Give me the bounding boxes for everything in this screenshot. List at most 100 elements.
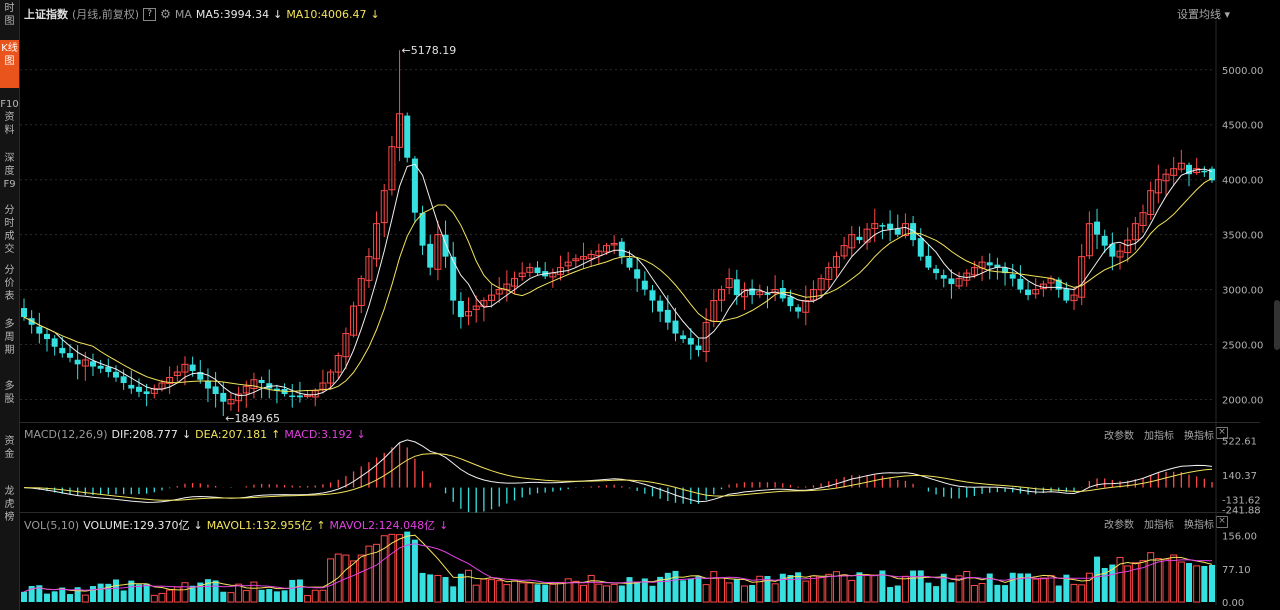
volume-bar <box>511 580 519 603</box>
macd-y-tick: 522.61 <box>1222 437 1257 448</box>
tab-depth[interactable]: 深度F9 <box>0 152 19 198</box>
candle-body <box>59 347 66 354</box>
tab-multi-period[interactable]: 多周期 <box>0 318 19 364</box>
volume-bar <box>227 592 235 603</box>
candle-body <box>1201 170 1208 173</box>
tab-multi-stock[interactable]: 多股 <box>0 380 19 414</box>
candle-body <box>143 391 150 395</box>
price-y-tick: 4500.00 <box>1222 121 1263 132</box>
candle-body <box>933 268 940 274</box>
candle-body <box>910 223 917 241</box>
volume-bar <box>664 572 671 602</box>
volume-bar <box>380 535 388 603</box>
volume-bar <box>634 581 641 602</box>
vol-y-tick: 77.10 <box>1222 565 1251 576</box>
volume-bar <box>1162 558 1170 603</box>
volume-bar <box>963 571 971 603</box>
candle-body <box>787 296 794 307</box>
tab-funds[interactable]: 资金 <box>0 435 19 469</box>
volume-bar <box>1170 554 1178 603</box>
candle-body <box>641 280 648 290</box>
volume-bar <box>802 580 810 603</box>
volume-bar <box>725 582 733 603</box>
volume-bar <box>549 583 557 603</box>
volume-bar <box>220 591 227 602</box>
candle-body <box>404 115 411 158</box>
chart-area: 上证指数 (月线,前复权) ? ⚙ MA MA5:3994.34 ↓ MA10:… <box>20 0 1280 610</box>
volume-bar <box>1009 572 1016 602</box>
volume-bar <box>1055 585 1062 602</box>
tab-timeshare[interactable]: 时图 <box>0 2 19 32</box>
candle-body <box>687 338 694 345</box>
tab-trades-label: 分时成交 <box>4 205 15 255</box>
candle-body <box>887 223 894 230</box>
volume-bar <box>419 572 426 602</box>
candle-body <box>97 365 104 369</box>
high-label: ←5178.19 <box>402 44 457 57</box>
tab-dragon-tiger[interactable]: 龙虎榜 <box>0 485 19 531</box>
candle-body <box>258 379 265 384</box>
volume-bar <box>81 594 89 603</box>
candle-body <box>1063 288 1070 301</box>
volume-bar <box>450 586 457 602</box>
volume-bar <box>434 574 442 603</box>
sidebar: 时图 K线图 F10资料 深度F9 分时成交 分价表 多周期 多股 资金 龙虎榜 <box>0 0 20 610</box>
volume-bar <box>442 577 449 602</box>
volume-bar <box>495 580 503 603</box>
volume-bar <box>557 581 565 603</box>
volume-bar <box>404 531 411 602</box>
tab-price-table[interactable]: 分价表 <box>0 264 19 310</box>
volume-bar <box>618 585 625 602</box>
candle-body <box>733 279 740 296</box>
price-y-tick: 2500.00 <box>1222 341 1263 352</box>
volume-bar <box>534 584 541 602</box>
candle-body <box>36 326 43 334</box>
volume-bar <box>166 589 174 603</box>
volume-bar <box>1078 584 1086 603</box>
volume-bar <box>488 579 496 603</box>
tab-f10-label: F10资料 <box>0 99 19 136</box>
volume-bar <box>1177 561 1185 603</box>
volume-bar <box>212 580 219 602</box>
volume-bar <box>710 571 718 603</box>
candle-body <box>21 308 27 318</box>
candle-body <box>89 361 96 367</box>
volume-bar <box>887 587 894 602</box>
tab-kline-label: K线图 <box>1 43 18 67</box>
volume-bar <box>702 584 710 603</box>
tab-f10[interactable]: F10资料 <box>0 98 19 144</box>
tab-trades[interactable]: 分时成交 <box>0 204 19 260</box>
volume-bar <box>1047 575 1055 603</box>
candle-body <box>695 345 702 351</box>
candle-body <box>296 395 303 398</box>
volume-bar <box>242 590 250 603</box>
vol-y-tick: 0.00 <box>1222 598 1244 609</box>
volume-bar <box>89 586 96 602</box>
volume-bar <box>1094 556 1101 602</box>
volume-bar <box>749 585 756 602</box>
volume-bar <box>143 583 150 602</box>
volume-bar <box>587 574 595 603</box>
candle-body <box>1025 289 1032 296</box>
volume-bar <box>917 570 924 602</box>
volume-bar <box>472 584 480 603</box>
volume-bar <box>871 574 879 603</box>
low-label: ←1849.65 <box>225 412 280 425</box>
volume-bar <box>427 574 434 602</box>
candle-body <box>634 269 641 279</box>
candle-body <box>534 267 541 274</box>
scrollbar-handle[interactable] <box>1274 300 1280 350</box>
volume-bar <box>901 575 909 603</box>
volume-bar <box>817 576 825 603</box>
tab-dragon-tiger-label: 龙虎榜 <box>4 486 15 523</box>
candle-body <box>419 212 426 246</box>
volume-bar <box>948 582 955 602</box>
kline-chart[interactable]: 5000.00 4500.00 4000.00 3500.00 3000.00 2500.… <box>20 0 1280 610</box>
candle-body <box>43 333 50 340</box>
tab-funds-label: 资金 <box>4 436 15 460</box>
volume-bar <box>273 591 280 602</box>
volume-bar <box>1070 583 1078 603</box>
volume-bar <box>649 585 656 602</box>
tab-kline[interactable]: K线图 <box>0 40 19 88</box>
volume-bar <box>863 574 871 603</box>
